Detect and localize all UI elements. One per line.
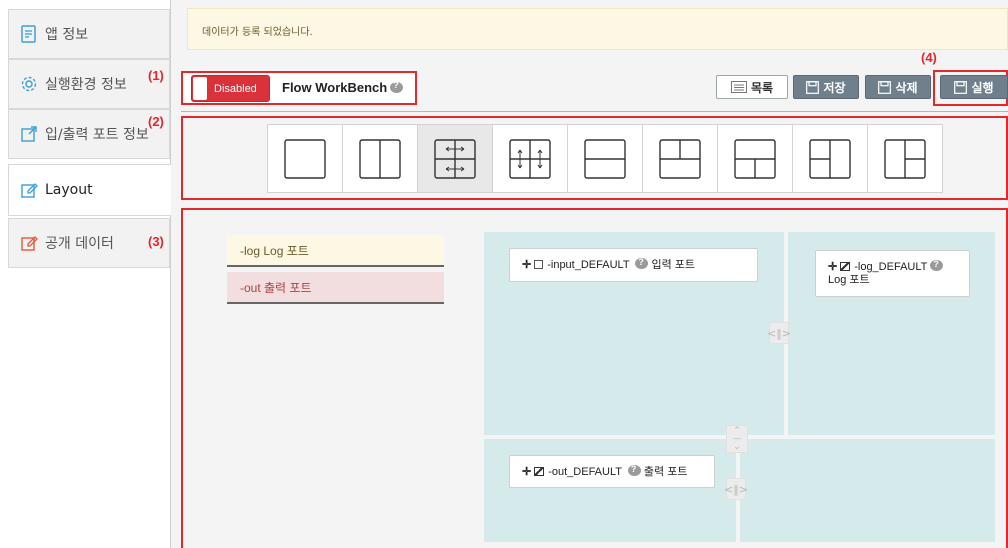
port-label: -log Log 포트 — [240, 243, 309, 258]
layout-two-columns-icon — [359, 138, 401, 179]
move-icon[interactable]: ✛ — [828, 261, 837, 273]
layout-option-left-split[interactable] — [792, 124, 868, 193]
delete-button[interactable]: 삭제 — [865, 75, 931, 99]
sidebar-item-public-data[interactable]: 공개 데이터 — [8, 218, 170, 268]
layout-option-two-rows[interactable] — [567, 124, 643, 193]
help-icon[interactable] — [627, 463, 641, 476]
save-button[interactable]: 저장 — [793, 75, 859, 99]
layout-option-single[interactable] — [267, 124, 343, 193]
save-icon — [878, 80, 892, 94]
layout-option-quad-horizontal[interactable] — [417, 124, 493, 193]
port-card-name: -input_DEFAULT — [547, 259, 630, 271]
layout-top-split-icon — [659, 138, 701, 179]
document-icon — [19, 24, 39, 44]
port-card-input[interactable]: ✛ -input_DEFAULT 입력 포트 — [509, 248, 758, 282]
sidebar-item-label: Layout — [45, 182, 93, 198]
sidebar-item-io-port-info[interactable]: 입/출력 포트 정보 — [8, 109, 170, 159]
horizontal-resize-handle[interactable]: <‖> — [767, 322, 791, 344]
image-icon — [840, 262, 851, 271]
vertical-resize-handle[interactable]: ⌃ — ⌄ — [726, 425, 748, 453]
gear-icon — [19, 74, 39, 94]
sidebar-item-label: 공개 데이터 — [45, 236, 114, 252]
help-icon[interactable] — [635, 256, 649, 269]
annotation-2: (2) — [148, 114, 164, 129]
layout-left-split-icon — [809, 138, 851, 179]
sidebar: 앱 정보 실행환경 정보 입/출력 포트 정보 Layout 공개 데이터 — [0, 0, 172, 548]
save-button-label: 저장 — [823, 80, 846, 95]
toggle-label: Disabled — [214, 82, 257, 95]
port-label: -out 출력 포트 — [240, 280, 312, 295]
delete-button-label: 삭제 — [895, 80, 918, 95]
help-icon[interactable] — [930, 258, 944, 271]
annotation-4: (4) — [921, 50, 937, 65]
annotation-3: (3) — [148, 234, 164, 249]
layout-two-rows-icon — [584, 138, 626, 179]
save-icon — [954, 80, 968, 94]
port-card-log[interactable]: ✛ -log_DEFAULT Log 포트 — [815, 250, 970, 297]
workbench-title-text: Flow WorkBench — [282, 80, 388, 95]
success-alert: 데이터가 등록 되었습니다. — [187, 8, 1008, 50]
toggle-knob — [193, 77, 207, 100]
sidebar-item-label: 입/출력 포트 정보 — [45, 127, 149, 143]
port-card-name: -log_DEFAULT — [854, 261, 928, 273]
edit-icon — [19, 233, 39, 253]
divider — [181, 111, 1008, 112]
port-item-log[interactable]: -log Log 포트 — [227, 235, 444, 267]
layout-panel-bottom-right[interactable] — [740, 439, 995, 542]
sidebar-item-app-info[interactable]: 앱 정보 — [8, 9, 170, 59]
layout-quad-horizontal-icon — [434, 138, 476, 179]
move-icon[interactable]: ✛ — [522, 466, 531, 478]
horizontal-resize-handle[interactable]: <‖> — [724, 478, 748, 500]
enabled-toggle[interactable]: Disabled — [191, 75, 270, 102]
layout-option-right-split[interactable] — [867, 124, 943, 193]
layout-right-split-icon — [884, 138, 926, 179]
run-button-label: 실행 — [971, 80, 994, 95]
help-icon[interactable] — [390, 80, 404, 93]
layout-option-quad-vertical[interactable] — [492, 124, 568, 193]
port-card-desc: 출력 포트 — [643, 466, 688, 478]
port-item-out[interactable]: -out 출력 포트 — [227, 272, 444, 304]
annotation-1: (1) — [148, 68, 164, 83]
port-card-desc: 입력 포트 — [651, 259, 696, 271]
sidebar-item-runtime-info[interactable]: 실행환경 정보 — [8, 59, 170, 109]
port-card-name: -out_DEFAULT — [548, 466, 622, 478]
move-icon[interactable]: ✛ — [522, 259, 531, 271]
port-card-out[interactable]: ✛ -out_DEFAULT 출력 포트 — [509, 455, 715, 488]
list-icon — [730, 81, 747, 93]
sidebar-item-label: 앱 정보 — [45, 27, 89, 43]
layout-option-top-split[interactable] — [642, 124, 718, 193]
workbench-title: Flow WorkBench — [282, 80, 404, 95]
sidebar-item-label: 실행환경 정보 — [45, 77, 127, 93]
image-icon — [534, 467, 545, 476]
layout-option-bottom-split[interactable] — [717, 124, 793, 193]
layout-option-two-columns[interactable] — [342, 124, 418, 193]
layout-single-icon — [284, 138, 326, 179]
external-link-icon — [19, 124, 39, 144]
edit-icon — [534, 260, 544, 269]
layout-quad-vertical-icon — [509, 138, 551, 179]
main-content: 데이터가 등록 되었습니다. Disabled Flow WorkBench (… — [171, 0, 1008, 548]
port-card-desc: Log 포트 — [828, 274, 870, 286]
layout-bottom-split-icon — [734, 138, 776, 179]
run-button[interactable]: 실행 — [940, 75, 1008, 99]
edit-icon — [19, 180, 39, 200]
list-button-label: 목록 — [750, 80, 774, 95]
list-button[interactable]: 목록 — [716, 75, 788, 99]
save-icon — [806, 80, 820, 94]
sidebar-item-layout[interactable]: Layout — [8, 164, 172, 216]
